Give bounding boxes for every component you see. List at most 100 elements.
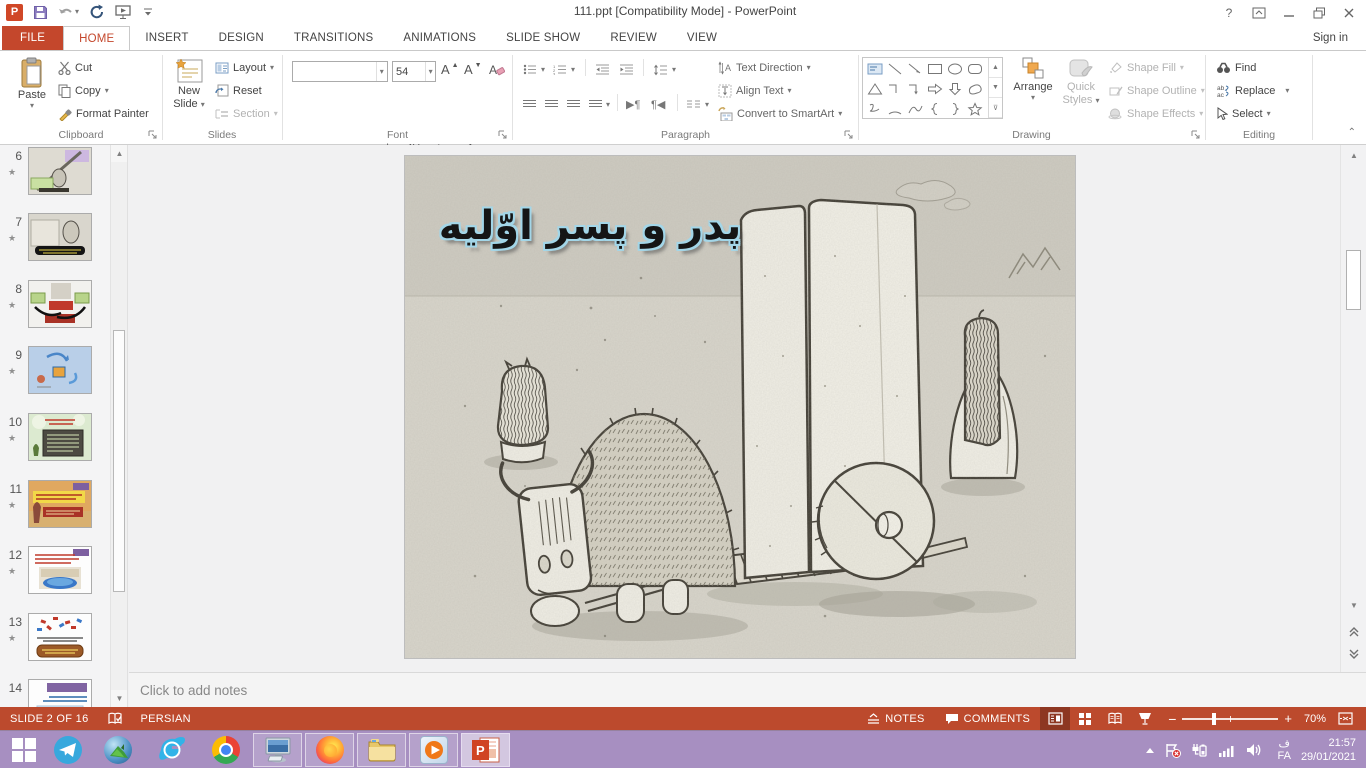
shape-line-icon[interactable]	[887, 62, 903, 76]
paste-dropdown-arrow[interactable]: ▾	[30, 102, 34, 110]
align-center-button[interactable]	[545, 94, 558, 115]
align-left-button[interactable]	[523, 94, 536, 115]
show-hidden-icons-button[interactable]	[1145, 747, 1155, 754]
numbering-button[interactable]: 123▾	[553, 59, 575, 80]
slide-thumbnail-13[interactable]	[28, 613, 92, 661]
taskbar-computer-button[interactable]	[253, 733, 302, 767]
columns-button[interactable]: ▾	[686, 94, 709, 115]
decrease-font-size-button[interactable]: A▼	[464, 59, 482, 80]
panel-scrollbar-thumb[interactable]	[113, 330, 125, 592]
language-switcher[interactable]: ف FA	[1277, 737, 1290, 763]
thumbnail-panel-scrollbar[interactable]: ▲ ▼	[110, 145, 127, 707]
panel-scroll-up-button[interactable]: ▲	[111, 145, 128, 162]
redo-button[interactable]	[89, 4, 105, 20]
animation-star-icon[interactable]: ★	[8, 233, 22, 244]
animation-star-icon[interactable]: ★	[8, 433, 22, 444]
shape-arc-icon[interactable]	[887, 102, 903, 116]
shape-fill-button[interactable]: Shape Fill▾	[1108, 57, 1184, 78]
shape-effects-button[interactable]: Shape Effects▾	[1108, 103, 1203, 124]
shape-curve-icon[interactable]	[907, 102, 923, 116]
slide-thumbnail-6[interactable]	[28, 147, 92, 195]
copy-button[interactable]: Copy ▾	[58, 80, 109, 101]
ltr-text-direction-button[interactable]: ▶¶	[626, 94, 640, 115]
zoom-slider-thumb[interactable]	[1212, 713, 1216, 725]
slide-thumbnail-8[interactable]	[28, 280, 92, 328]
undo-dropdown-arrow[interactable]: ▾	[75, 8, 79, 16]
select-button[interactable]: Select▾	[1216, 103, 1271, 124]
align-right-button[interactable]	[567, 94, 580, 115]
arrange-button[interactable]: Arrange ▾	[1010, 57, 1056, 102]
slide-sorter-view-button[interactable]	[1070, 707, 1100, 730]
font-dialog-launcher[interactable]	[498, 130, 508, 140]
font-size-combo[interactable]: ▾	[392, 61, 436, 82]
line-spacing-button[interactable]: ▾	[653, 59, 676, 80]
cut-button[interactable]: Cut	[58, 57, 92, 78]
start-slideshow-button[interactable]	[115, 5, 133, 20]
tab-design[interactable]: DESIGN	[204, 26, 279, 50]
shape-star-icon[interactable]	[967, 102, 983, 116]
animation-star-icon[interactable]: ★	[8, 566, 22, 577]
taskbar-internet-explorer-button[interactable]	[154, 733, 190, 767]
shape-triangle-icon[interactable]	[867, 82, 883, 96]
shape-scribble-icon[interactable]	[867, 102, 883, 116]
quick-styles-button[interactable]: Quick Styles ▾	[1058, 57, 1104, 107]
scroll-up-button[interactable]: ▲	[1345, 147, 1363, 164]
rtl-text-direction-button[interactable]: ¶◀	[651, 94, 665, 115]
text-direction-button[interactable]: A Text Direction▾	[718, 57, 811, 78]
slideshow-view-button[interactable]	[1130, 707, 1160, 730]
save-button[interactable]	[33, 5, 48, 20]
taskbar-powerpoint-button[interactable]: P	[461, 733, 510, 767]
clipboard-dialog-launcher[interactable]	[148, 130, 158, 140]
shape-right-brace-icon[interactable]	[947, 102, 963, 116]
action-center-icon[interactable]	[1165, 743, 1181, 758]
tab-view[interactable]: VIEW	[672, 26, 732, 50]
network-signal-icon[interactable]	[1218, 744, 1236, 757]
increase-font-size-button[interactable]: A▲	[441, 59, 459, 80]
paragraph-dialog-launcher[interactable]	[844, 130, 854, 140]
power-battery-icon[interactable]	[1191, 743, 1208, 757]
tab-transitions[interactable]: TRANSITIONS	[279, 26, 389, 50]
zoom-in-button[interactable]: +	[1284, 711, 1292, 726]
taskbar-firefox-button[interactable]	[305, 733, 354, 767]
slide-thumbnail-10[interactable]	[28, 413, 92, 461]
format-painter-button[interactable]: Format Painter	[58, 103, 149, 124]
tab-review[interactable]: REVIEW	[595, 26, 672, 50]
drawing-dialog-launcher[interactable]	[1191, 130, 1201, 140]
close-button[interactable]	[1336, 2, 1362, 24]
shape-oval-icon[interactable]	[947, 62, 963, 76]
shape-down-arrow-icon[interactable]	[947, 82, 963, 96]
taskbar-media-player-button[interactable]	[409, 733, 458, 767]
restore-button[interactable]	[1306, 2, 1332, 24]
justify-button[interactable]: ▾	[589, 94, 610, 115]
shapes-scroll-down-button[interactable]: ▼	[989, 78, 1002, 98]
bullets-button[interactable]: ▾	[523, 59, 545, 80]
shapes-more-button[interactable]: ⊽	[989, 98, 1002, 118]
notes-toggle-button[interactable]: NOTES	[857, 707, 934, 730]
slide-thumbnail-12[interactable]	[28, 546, 92, 594]
section-button[interactable]: Section▾	[215, 103, 278, 124]
zoom-slider-track[interactable]	[1182, 718, 1278, 720]
paste-button[interactable]: Paste ▾	[10, 57, 54, 110]
customize-qat-button[interactable]	[143, 6, 153, 18]
layout-button[interactable]: Layout▾	[215, 57, 274, 78]
slide-thumbnail-11[interactable]	[28, 480, 92, 528]
previous-slide-button[interactable]	[1345, 623, 1363, 640]
align-text-button[interactable]: Align Text▾	[718, 80, 792, 101]
shape-outline-button[interactable]: Shape Outline▾	[1108, 80, 1205, 101]
copy-dropdown-arrow[interactable]: ▾	[105, 87, 109, 95]
zoom-percentage[interactable]: 70%	[1300, 713, 1330, 725]
panel-scroll-down-button[interactable]: ▼	[111, 690, 128, 707]
animation-star-icon[interactable]: ★	[8, 167, 22, 178]
find-button[interactable]: Find	[1216, 57, 1256, 78]
slide-thumbnail-7[interactable]	[28, 213, 92, 261]
font-name-input[interactable]	[293, 62, 376, 81]
shape-left-brace-icon[interactable]	[927, 102, 943, 116]
animation-star-icon[interactable]: ★	[8, 366, 22, 377]
help-button[interactable]: ?	[1216, 2, 1242, 24]
next-slide-button[interactable]	[1345, 645, 1363, 662]
new-slide-button[interactable]: New Slide ▾	[167, 57, 211, 111]
clear-formatting-button[interactable]: A	[489, 59, 505, 80]
animation-star-icon[interactable]: ★	[8, 633, 22, 644]
comments-toggle-button[interactable]: COMMENTS	[935, 707, 1041, 730]
tab-home[interactable]: HOME	[63, 26, 130, 50]
